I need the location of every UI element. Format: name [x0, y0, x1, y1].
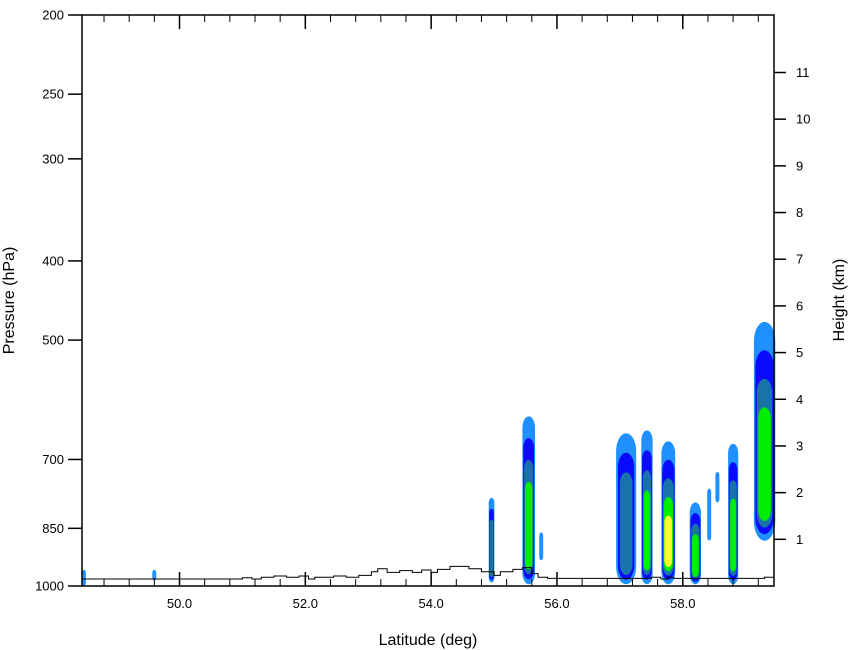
pressure-tick-label: 500	[42, 333, 64, 348]
contour-level	[730, 498, 737, 572]
pressure-tick-label: 300	[42, 151, 64, 166]
height-tick-label: 11	[796, 65, 810, 80]
x-tick-label: 52.0	[293, 596, 318, 611]
height-tick-label: 2	[796, 485, 803, 500]
contour-level	[715, 471, 720, 503]
contour-cell	[728, 443, 739, 585]
pressure-tick-label: 400	[42, 253, 64, 268]
y-axis-title-left: Pressure (hPa)	[1, 247, 18, 355]
height-tick-label: 5	[796, 345, 803, 360]
height-tick-label: 6	[796, 298, 803, 313]
contour-level	[525, 481, 533, 570]
contour-cell	[522, 416, 535, 585]
contour-level	[489, 519, 494, 578]
contour-level	[643, 490, 651, 571]
x-tick-label: 50.0	[167, 596, 192, 611]
contour-level	[707, 488, 712, 541]
contour-cell	[661, 441, 676, 585]
pressure-tick-label: 700	[42, 452, 64, 467]
contour-cell	[707, 488, 712, 541]
contour-cells	[81, 321, 776, 586]
height-tick-label: 1	[796, 532, 803, 547]
contour-cell	[539, 532, 544, 561]
contour-cell	[689, 502, 701, 585]
pressure-tick-label: 1000	[35, 579, 64, 594]
contour-level	[664, 515, 673, 568]
contour-cell	[488, 497, 495, 583]
height-tick-label: 3	[796, 438, 803, 453]
x-tick-label: 54.0	[418, 596, 443, 611]
x-axis-title: Latitude (deg)	[379, 632, 478, 649]
height-tick-label: 10	[796, 112, 810, 127]
y-axis-title-right: Height (km)	[831, 259, 848, 342]
pressure-tick-label: 250	[42, 87, 64, 102]
contour-level	[539, 532, 544, 561]
x-tick-label: 58.0	[670, 596, 695, 611]
height-tick-label: 4	[796, 392, 803, 407]
contour-cell	[715, 471, 720, 503]
contour-level	[692, 534, 699, 577]
contour-cell	[616, 433, 637, 585]
height-tick-label: 8	[796, 205, 803, 220]
x-tick-label: 56.0	[544, 596, 569, 611]
contour-level	[619, 472, 633, 576]
contour-cell	[753, 321, 776, 541]
pressure-tick-label: 850	[42, 521, 64, 536]
contour-level	[758, 407, 771, 521]
cross-section-chart: 50.0 52.0 54.0 56.0 58.020025030040050070085…	[1, 8, 848, 650]
height-tick-label: 9	[796, 158, 803, 173]
pressure-tick-label: 200	[42, 8, 64, 23]
height-tick-label: 7	[796, 252, 803, 267]
contour-cell	[641, 430, 653, 585]
